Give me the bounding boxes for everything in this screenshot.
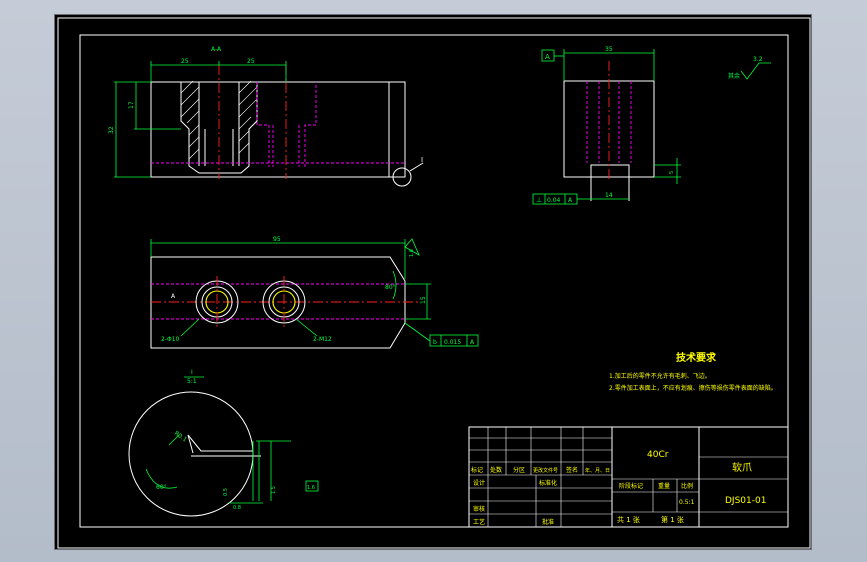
tb-scale-label: 比例 — [681, 482, 693, 490]
tech-req-title: 技术要求 — [676, 351, 717, 364]
tb-checker: 审核 — [473, 505, 485, 513]
front-section-view: I A-A 25 25 32 17 — [108, 46, 424, 187]
top-tol-symbol: b — [433, 339, 437, 346]
tb-drawing-no: DJS01-01 — [725, 496, 766, 506]
detail-dim-c: 1.6 — [307, 485, 315, 491]
detail-ref-label: I — [421, 156, 423, 164]
detail-label: I — [191, 369, 193, 376]
top-body — [150, 256, 406, 349]
roughness-symbol — [740, 62, 771, 80]
tol-value: 0.04 — [547, 197, 561, 204]
detail-scale: 5:1 — [187, 378, 197, 385]
top-section-mark: A — [171, 293, 176, 300]
outer-frame — [57, 17, 811, 549]
top-roughness: 1.6 — [409, 249, 415, 257]
tol-datum: A — [568, 197, 573, 204]
top-dim-depth: 15 — [420, 296, 427, 304]
top-view: 95 1.6 15 80° 2-Φ10 2-M12 b 0.015 A A — [150, 236, 479, 349]
tb-label-zone: 分区 — [513, 466, 525, 474]
detail-dim-d: 0.8 — [233, 505, 241, 511]
top-angle: 80° — [385, 284, 396, 291]
tech-req-item-1: 1.加工后的零件不允许有毛刺、飞边。 — [609, 372, 711, 380]
detail-radius: R0.1 — [173, 430, 188, 444]
dim-left: 25 — [181, 58, 189, 65]
tb-standard: 标准化 — [539, 479, 557, 487]
drawing-canvas: I A-A 25 25 32 17 35 A 14 5 ⊥ 0.04 A 其余 … — [57, 17, 811, 549]
top-tol-datum: A — [470, 339, 475, 346]
title-block: 标记 处数 分区 更改文件号 签名 年、月、日 设计 标准化 审核 工艺 批准 … — [468, 426, 789, 528]
technical-requirements: 技术要求 1.加工后的零件不允许有毛刺、飞边。 2.零件加工表面上，不应有划痕、… — [609, 351, 777, 392]
tb-sheet-total: 共 1 张 — [617, 515, 640, 524]
tb-process: 工艺 — [473, 518, 485, 526]
tb-label-change: 更改文件号 — [533, 467, 558, 474]
detail-angle: 60° — [156, 484, 167, 491]
tb-part-name: 软爪 — [732, 461, 752, 474]
tb-label-date: 年、月、日 — [585, 467, 610, 474]
side-dim-slot: 14 — [605, 192, 613, 199]
top-tol-value: 0.015 — [444, 339, 461, 346]
tb-designer: 设计 — [473, 479, 485, 487]
dim-right: 25 — [247, 58, 255, 65]
datum-label: A — [545, 53, 550, 61]
cad-viewport[interactable]: I A-A 25 25 32 17 35 A 14 5 ⊥ 0.04 A 其余 … — [54, 14, 812, 550]
tb-approve: 批准 — [542, 518, 554, 526]
tb-stage: 阶段标记 — [619, 482, 643, 490]
roughness-other: 其余 — [728, 72, 740, 80]
side-view: 35 A 14 5 ⊥ 0.04 A 其余 3.2 — [532, 46, 771, 205]
side-dim-depth: 5 — [669, 171, 675, 174]
tech-req-item-2: 2.零件加工表面上，不应有划痕、擦伤等损伤零件表面的缺陷。 — [609, 384, 777, 392]
detail-dim-b: 1.5 — [271, 486, 277, 494]
detail-view: I 5:1 R0.1 60° 0.5 1.5 1.6 0.8 — [128, 369, 319, 517]
roughness-value: 3.2 — [753, 56, 763, 63]
tb-sheet-no: 第 1 张 — [661, 515, 684, 524]
dim-height-inner: 17 — [128, 101, 135, 109]
tb-weight: 重量 — [658, 482, 670, 490]
top-dim-length: 95 — [273, 236, 281, 243]
section-label: A-A — [211, 46, 222, 53]
side-dim-width: 35 — [605, 46, 613, 53]
inner-frame — [79, 34, 789, 528]
tb-label-mark: 标记 — [471, 466, 483, 474]
tb-scale-value: 0.5:1 — [679, 499, 695, 506]
hole-label-2: 2-M12 — [313, 336, 332, 343]
hole-label-1: 2-Φ10 — [161, 336, 180, 343]
dim-height-total: 32 — [108, 126, 115, 134]
tb-label-count: 处数 — [490, 466, 502, 474]
tb-material: 40Cr — [647, 450, 669, 460]
hidden-hole-2 — [256, 82, 317, 167]
tb-label-sign: 签名 — [566, 466, 578, 474]
detail-boundary — [128, 391, 254, 517]
detail-dim-a: 0.5 — [223, 488, 229, 496]
tol-symbol: ⊥ — [536, 196, 542, 204]
